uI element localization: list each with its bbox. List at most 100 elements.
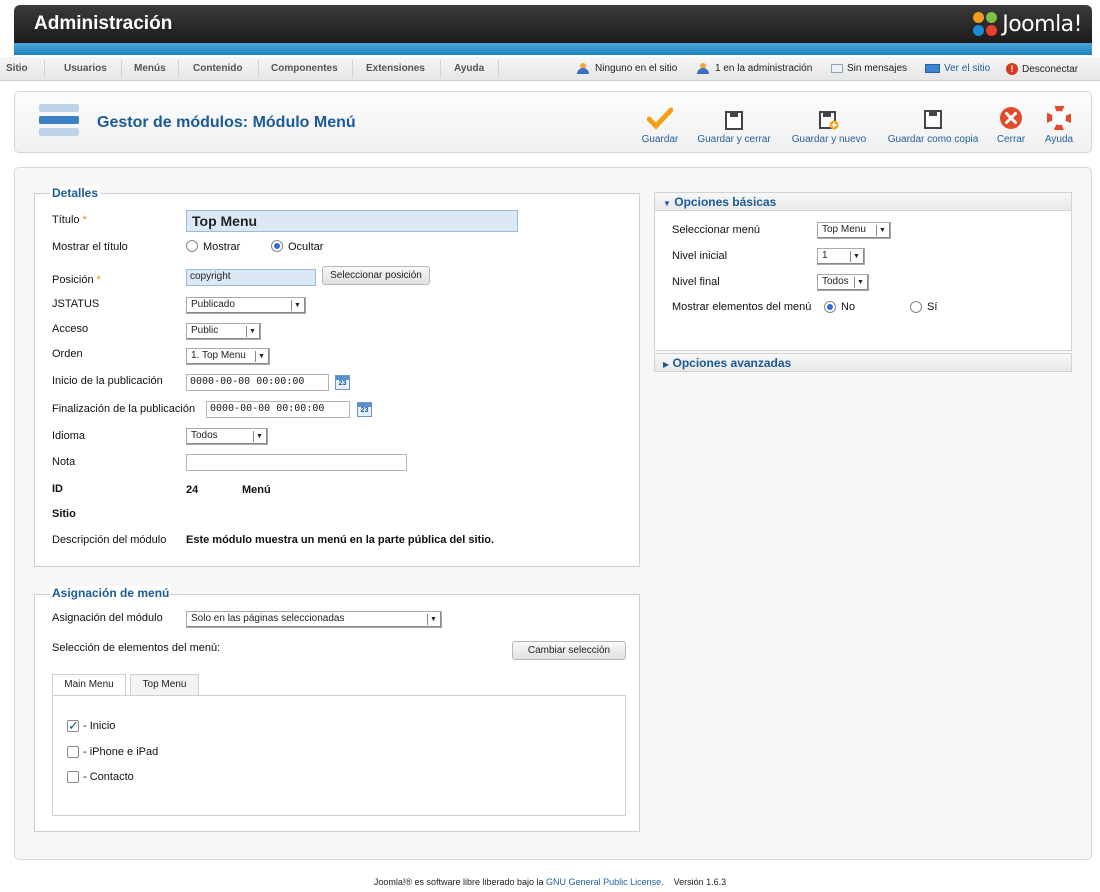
status-admin-users: 1 en la administración: [697, 63, 812, 74]
select-menu-label: Seleccionar menú: [672, 224, 761, 236]
menu-separator: [178, 60, 179, 78]
show-title-radio[interactable]: [186, 240, 198, 252]
tab-main-menu[interactable]: Main Menu: [52, 674, 126, 697]
advanced-options-header[interactable]: ▶ Opciones avanzadas: [654, 353, 1072, 372]
floppy-icon: [725, 111, 743, 130]
menu-sitio[interactable]: Sitio: [6, 63, 28, 74]
logout-icon: !: [1006, 63, 1018, 75]
description-value: Este módulo muestra un menú en la parte …: [186, 534, 495, 546]
menu-separator: [498, 60, 499, 78]
caret-down-icon: ▼: [663, 199, 671, 208]
menu-componentes[interactable]: Componentes: [271, 63, 338, 74]
logo-text: Joomla!: [1002, 11, 1082, 37]
access-select[interactable]: Public ▼: [186, 323, 261, 340]
close-label: Cerrar: [996, 134, 1026, 145]
admin-header: Administración Joomla!: [14, 5, 1092, 43]
publish-down-input[interactable]: 0000-00-00 00:00:00: [206, 401, 350, 418]
status-select[interactable]: Publicado ▼: [186, 297, 306, 314]
note-label: Nota: [52, 456, 76, 468]
license-link[interactable]: GNU General Public License.: [546, 877, 664, 887]
page-title: Gestor de módulos: Módulo Menú: [97, 114, 356, 131]
save-close-button[interactable]: Guardar y cerrar: [691, 104, 777, 145]
view-site-link[interactable]: Ver el sitio: [925, 63, 990, 74]
menu-item-checkbox[interactable]: [67, 771, 79, 783]
menu-item-label: - Inicio: [83, 720, 116, 732]
order-label: Orden: [52, 348, 83, 360]
chevron-down-icon: ▼: [255, 351, 267, 362]
start-level-label: Nivel inicial: [672, 250, 728, 262]
lifebuoy-icon: [1047, 106, 1071, 130]
floppy-plus-icon: [819, 111, 839, 130]
calendar-icon[interactable]: 23: [357, 402, 372, 417]
menu-separator: [352, 60, 353, 78]
publish-down-label: Finalización de la publicación: [52, 403, 196, 415]
help-button[interactable]: Ayuda: [1039, 104, 1079, 145]
users-icon: [697, 63, 711, 74]
chevron-down-icon: ▼: [854, 277, 866, 288]
joomla-logo[interactable]: Joomla!: [972, 11, 1082, 37]
save-label: Guardar: [641, 134, 679, 145]
menu-extensiones[interactable]: Extensiones: [366, 63, 425, 74]
chevron-down-icon: ▼: [246, 326, 258, 337]
joomla-logo-icon: [972, 11, 998, 37]
select-menu-select[interactable]: Top Menu ▼: [817, 222, 891, 239]
menu-contenido[interactable]: Contenido: [193, 63, 242, 74]
save-copy-label: Guardar como copia: [887, 134, 979, 145]
save-copy-button[interactable]: Guardar como copia: [881, 104, 985, 145]
calendar-icon[interactable]: 23: [335, 375, 350, 390]
chevron-down-icon: ▼: [253, 431, 265, 442]
floppy-copy-icon: [924, 110, 942, 129]
module-type-value: Menú: [242, 484, 271, 496]
access-label: Acceso: [52, 323, 89, 335]
publish-up-label: Inicio de la publicación: [52, 375, 163, 387]
module-manager-icon: [39, 102, 79, 142]
menu-item-label: - Contacto: [83, 771, 134, 783]
menu-item-checkbox[interactable]: [67, 718, 79, 734]
position-input[interactable]: copyright: [186, 269, 316, 286]
header-strip: [14, 43, 1092, 55]
publish-up-input[interactable]: 0000-00-00 00:00:00: [186, 374, 329, 391]
tab-top-menu[interactable]: Top Menu: [130, 674, 199, 696]
logout-link[interactable]: ! Desconectar: [1006, 63, 1078, 75]
end-level-label: Nivel final: [672, 276, 720, 288]
menu-ayuda[interactable]: Ayuda: [454, 63, 484, 74]
view-site-text[interactable]: Ver el sitio: [944, 63, 990, 74]
save-button[interactable]: Guardar: [641, 104, 679, 145]
menu-item-checkbox[interactable]: [67, 746, 79, 758]
caret-right-icon: ▶: [663, 360, 670, 369]
show-subitems-yes-radio[interactable]: [910, 301, 922, 313]
start-level-select[interactable]: 1 ▼: [817, 248, 865, 265]
show-title-label: Mostrar el título: [52, 241, 128, 253]
title-input[interactable]: Top Menu: [186, 210, 518, 232]
select-position-button[interactable]: Seleccionar posición: [322, 266, 430, 285]
logout-text[interactable]: Desconectar: [1022, 64, 1078, 75]
end-level-select[interactable]: Todos ▼: [817, 274, 869, 291]
menu-usuarios[interactable]: Usuarios: [64, 63, 107, 74]
language-select[interactable]: Todos ▼: [186, 428, 268, 445]
toggle-selection-button[interactable]: Cambiar selección: [512, 641, 626, 660]
show-title-option: Mostrar: [203, 241, 241, 253]
close-button[interactable]: Cerrar: [993, 104, 1029, 145]
footer-text: Joomla!® es software libre liberado bajo…: [373, 877, 544, 887]
position-label: Posición *: [52, 274, 101, 286]
status-site-users: Ninguno en el sitio: [577, 63, 677, 74]
status-messages[interactable]: Sin mensajes: [831, 63, 907, 74]
assignment-legend: Asignación de menú: [50, 586, 172, 600]
basic-options-header[interactable]: ▼ Opciones básicas: [654, 192, 1072, 211]
show-subitems-no-radio[interactable]: [824, 301, 836, 313]
title-label: Título *: [52, 214, 87, 226]
help-label: Ayuda: [1044, 134, 1074, 145]
message-icon: [831, 64, 843, 73]
menu-separator: [440, 60, 441, 78]
menu-separator: [258, 60, 259, 78]
save-new-label: Guardar y nuevo: [791, 134, 867, 145]
module-assignment-select[interactable]: Solo en las páginas seleccionadas ▼: [186, 611, 442, 628]
note-input[interactable]: [186, 454, 407, 471]
monitor-icon: [925, 64, 940, 73]
order-select[interactable]: 1. Top Menu ▼: [186, 348, 270, 365]
hide-title-radio[interactable]: [271, 240, 283, 252]
save-new-button[interactable]: Guardar y nuevo: [787, 104, 871, 145]
menu-selection-label: Selección de elementos del menú:: [52, 642, 221, 654]
menu-menus[interactable]: Menús: [134, 63, 166, 74]
site-users-text: Ninguno en el sitio: [595, 63, 678, 74]
